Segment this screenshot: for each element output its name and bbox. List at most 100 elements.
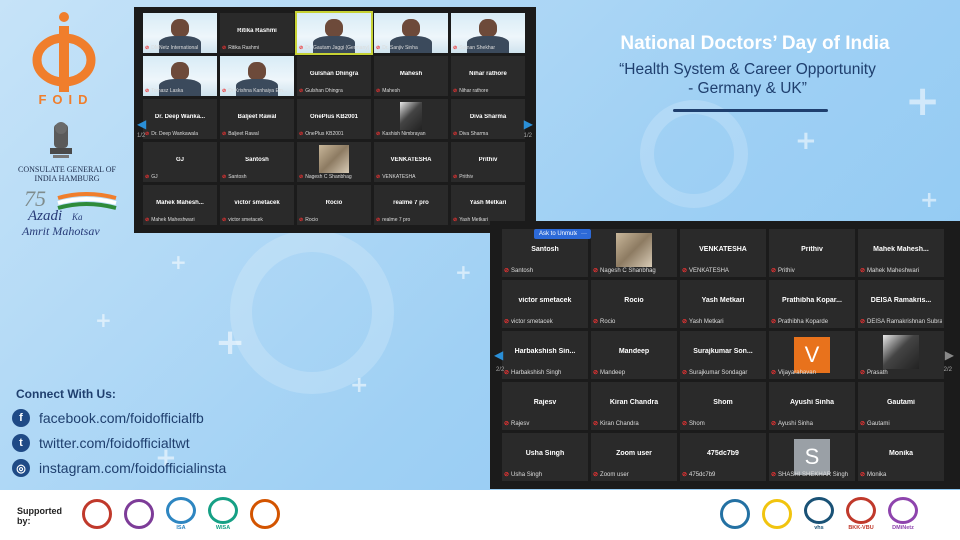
participant-tile[interactable]: Kiran Chandra ⊘ Kiran Chandra — [591, 382, 677, 430]
participant-tile[interactable]: ⊘ Dr Krishna Kanhaiya Em... — [220, 56, 294, 96]
participant-tile[interactable]: 475dc7b9 ⊘ 475dc7b9 — [680, 433, 766, 481]
participant-tile[interactable]: Ayushi Sinha ⊘ Ayushi Sinha — [769, 382, 855, 430]
ask-to-unmute-button[interactable]: Ask to Unmute — [534, 229, 584, 239]
participant-tile[interactable]: DEISA Ramakris... ⊘ DEISA Ramakrishnan Sub… — [858, 280, 944, 328]
prev-page-icon[interactable]: ◀ — [137, 117, 146, 131]
participant-footer: ⊘ Rajesv — [504, 420, 586, 427]
participant-tile[interactable]: Ritika Rashmi ⊘ Ritika Rashmi — [220, 13, 294, 53]
flag-wave-icon — [57, 192, 117, 210]
participant-tile[interactable]: Surajkumar Son... ⊘ Surajkumar Sondagar — [680, 331, 766, 379]
twitter-link[interactable]: t twitter.com/foidofficialtwt — [12, 432, 190, 454]
participant-tile[interactable]: S ⊘ SHASHI SHEKHAR Singh — [769, 433, 855, 481]
participant-tile[interactable]: V ⊘ Vijayarahavan — [769, 331, 855, 379]
headline-underline — [673, 109, 828, 112]
participant-display-name: Rocio — [624, 297, 644, 305]
participant-tile[interactable]: ⊘ Dr. Gautam Jaggi (Germany) — [295, 11, 373, 55]
participant-display-name: Diva Sharma — [469, 114, 507, 121]
prev-page-icon[interactable]: ◀ — [494, 348, 503, 362]
participant-footer: ⊘ Prathibha Koparde — [771, 318, 853, 325]
participant-tile[interactable]: victor smetacek ⊘ victor smetacek — [220, 185, 294, 225]
muted-mic-icon: ⊘ — [771, 472, 777, 478]
participant-tile[interactable]: Rocio ⊘ Rocio — [591, 280, 677, 328]
participant-tile[interactable]: Mahek Mahesh... ⊘ Mahek Maheshwari — [858, 229, 944, 277]
muted-mic-icon: ⊘ — [145, 174, 150, 180]
participant-tile[interactable]: VENKATESHA ⊘ VENKATESHA — [374, 142, 448, 182]
participant-name: victor smetacek — [228, 217, 263, 223]
participant-tile[interactable]: Rocio ⊘ Rocio — [297, 185, 371, 225]
participant-tile[interactable]: Mandeep ⊘ Mandeep — [591, 331, 677, 379]
participant-tile[interactable]: Diva Sharma ⊘ Diva Sharma — [451, 99, 525, 139]
participant-name: Ayushi Sinha — [778, 421, 813, 427]
participant-tile[interactable]: Gautami ⊘ Gautami — [858, 382, 944, 430]
participant-tile[interactable]: Mahek Mahesh... ⊘ Mahek Maheshwari — [143, 185, 217, 225]
participant-tile[interactable]: Prithiv ⊘ Prithiv — [451, 142, 525, 182]
participant-photo — [319, 145, 349, 173]
next-page-icon[interactable]: ▶ — [524, 117, 533, 131]
participant-name: Harbakshish Singh — [511, 370, 562, 376]
participant-tile[interactable]: Monika ⊘ Monika — [858, 433, 944, 481]
participant-name: Tomasz Laska — [151, 88, 184, 94]
muted-mic-icon: ⊘ — [376, 217, 381, 223]
participant-tile[interactable]: ⊘ Nagesh C Shanbhag — [297, 142, 371, 182]
more-options-button[interactable]: ··· — [577, 229, 591, 239]
participant-tile[interactable]: GJ ⊘ GJ — [143, 142, 217, 182]
page-indicator-right: 1/2 — [523, 133, 532, 139]
participant-tile[interactable]: Usha Singh ⊘ Usha Singh — [502, 433, 588, 481]
participant-name: Rocio — [305, 217, 318, 223]
participant-tile[interactable]: VENKATESHA ⊘ VENKATESHA — [680, 229, 766, 277]
participant-tile[interactable]: Rajesv ⊘ Rajesv — [502, 382, 588, 430]
participant-tile[interactable]: Santosh ⊘ Santosh — [220, 142, 294, 182]
participant-tile[interactable]: Yash Metkari ⊘ Yash Metkari — [680, 280, 766, 328]
participant-tile[interactable]: ⊘ Nagesh C Shanbhag — [591, 229, 677, 277]
participant-name: Monika — [867, 472, 887, 478]
participant-name: Prithiv — [459, 174, 474, 180]
participant-tile[interactable]: ⊘ Suman Shekhar — [451, 13, 525, 53]
instagram-link[interactable]: ◎ instagram.com/foidofficialinsta — [12, 457, 226, 479]
participant-tile[interactable]: victor smetacek ⊘ victor smetacek — [502, 280, 588, 328]
muted-mic-icon: ⊘ — [222, 217, 227, 223]
participant-footer: ⊘ Mandeep — [593, 369, 675, 376]
participant-tile[interactable]: Baljeet Rawal ⊘ Baljeet Rawal — [220, 99, 294, 139]
participant-footer: ⊘ Mahesh — [376, 88, 446, 94]
muted-mic-icon: ⊘ — [593, 421, 599, 427]
participant-display-name: Ritika Rashmi — [237, 28, 277, 35]
participant-tile[interactable]: Prathibha Kopar... ⊘ Prathibha Koparde — [769, 280, 855, 328]
participant-display-name: Monika — [888, 450, 914, 458]
participant-footer: ⊘ Nagesh C Shanbhag — [299, 174, 369, 180]
participant-tile[interactable]: ⊘ Prasath — [858, 331, 944, 379]
page-indicator-right: 2/2 — [943, 367, 952, 373]
participant-grid-bottom: Santosh ⊘ Santosh ⊘ Nagesh C Shanbhag VENKATE… — [502, 229, 944, 481]
participant-tile[interactable]: Zoom user ⊘ Zoom user — [591, 433, 677, 481]
facebook-link[interactable]: f facebook.com/foidofficialfb — [12, 407, 204, 429]
logo-emblem-icon — [804, 497, 834, 524]
participant-footer: ⊘ GJ — [145, 174, 215, 180]
participant-tile[interactable]: Shom ⊘ Shom — [680, 382, 766, 430]
participant-tile[interactable]: Nihar rathore ⊘ Nihar rathore — [451, 56, 525, 96]
participant-tile[interactable]: ⊘ Dr. Sanjiv Sinha — [374, 13, 448, 53]
participant-footer: ⊘ Santosh — [504, 267, 586, 274]
participant-footer: ⊘ Mahek Maheshwari — [860, 267, 942, 274]
bkk-vbu-logo: BKK-VBU — [846, 497, 876, 531]
participant-tile[interactable]: Gulshan Dhingra ⊘ Gulshan Dhingra — [297, 56, 371, 96]
participant-tile[interactable]: Yash Metkari ⊘ Yash Metkari — [451, 185, 525, 225]
participant-tile[interactable]: Harbakshish Sin... ⊘ Harbakshish Singh — [502, 331, 588, 379]
muted-mic-icon: ⊘ — [376, 131, 381, 137]
logo-emblem-icon — [250, 499, 280, 529]
participant-tile[interactable]: Prithiv ⊘ Prithiv — [769, 229, 855, 277]
participant-tile[interactable]: realme 7 pro ⊘ realme 7 pro — [374, 185, 448, 225]
participant-display-name: realme 7 pro — [393, 200, 429, 207]
participant-tile[interactable]: ⊘ Kashish Nimbrayan — [374, 99, 448, 139]
participant-tile[interactable]: OnePlus KB2001 ⊘ OnePlus KB2001 — [297, 99, 371, 139]
participant-tile[interactable]: Mahesh ⊘ Mahesh — [374, 56, 448, 96]
facebook-url[interactable]: facebook.com/foidofficialfb — [39, 410, 204, 426]
logo-label: DMiNetz — [892, 525, 914, 531]
next-page-icon[interactable]: ▶ — [945, 348, 954, 362]
muted-mic-icon: ⊘ — [453, 88, 458, 94]
twitter-url[interactable]: twitter.com/foidofficialtwt — [39, 435, 190, 451]
participant-name: Nagesh C Shanbhag — [305, 174, 352, 180]
participant-tile[interactable]: ⊘ DMNetz International — [143, 13, 217, 53]
instagram-url[interactable]: instagram.com/foidofficialinsta — [39, 460, 226, 476]
participant-footer: ⊘ Tomasz Laska — [145, 88, 215, 94]
participant-tile[interactable]: ⊘ Tomasz Laska — [143, 56, 217, 96]
participant-tile[interactable]: Dr. Deep Wanka... ⊘ Dr. Deep Wankawala — [143, 99, 217, 139]
